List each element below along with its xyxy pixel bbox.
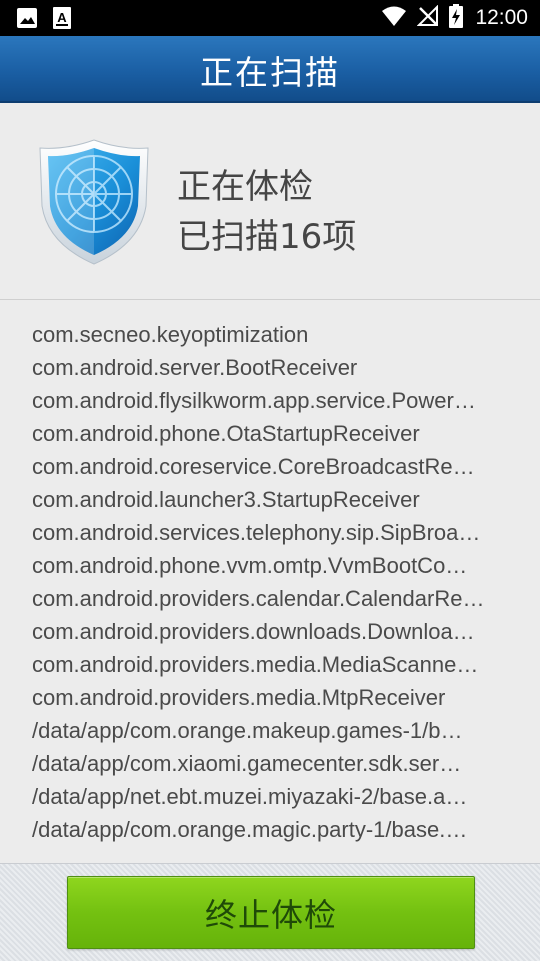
scan-count-text: 已扫描16项: [177, 217, 357, 257]
wifi-icon: [381, 5, 407, 31]
status-bar: A 12:00: [0, 0, 540, 36]
scan-list-item: /data/app/com.orange.makeup.games-1/b…: [32, 718, 463, 743]
page-title: 正在扫描: [200, 52, 340, 92]
scan-list-item: com.android.coreservice.CoreBroadcastRe…: [32, 454, 475, 479]
stop-scan-label: 终止体检: [204, 895, 337, 934]
scan-list-item: /data/app/net.ebt.muzei.miyazaki-2/base.…: [32, 784, 468, 809]
stop-scan-button[interactable]: 终止体检: [67, 876, 475, 949]
scan-list-item: com.android.phone.vvm.omtp.VvmBootCo…: [32, 553, 468, 578]
scan-list-item: /data/app/com.orange.magic.party-1/base.…: [32, 817, 468, 842]
battery-charging-icon: [449, 4, 464, 32]
scan-list-item: com.android.launcher3.StartupReceiver: [32, 487, 420, 512]
image-icon: [16, 7, 38, 33]
scan-list-item: com.secneo.keyoptimization: [32, 322, 309, 347]
status-bar-right: 12:00: [381, 0, 528, 36]
scan-item-list[interactable]: com.secneo.keyoptimization com.android.s…: [0, 300, 540, 863]
scan-list-item: com.android.providers.media.MediaScanne…: [32, 652, 479, 677]
scan-list-item: com.android.providers.downloads.Downloa…: [32, 619, 475, 644]
scan-list-item: com.android.services.telephony.sip.SipBr…: [32, 520, 481, 545]
status-time: 12:00: [475, 6, 528, 29]
scan-list-item: com.android.flysilkworm.app.service.Powe…: [32, 388, 476, 413]
scan-list-item: com.android.providers.calendar.CalendarR…: [32, 586, 485, 611]
bottom-action-bar: 终止体检: [0, 863, 540, 961]
status-bar-left: A: [16, 6, 72, 34]
scan-list-item: com.android.providers.media.MtpReceiver: [32, 685, 446, 710]
scan-list-item: /data/app/com.xiaomi.gamecenter.sdk.ser…: [32, 751, 462, 776]
scan-list-item: com.android.phone.OtaStartupReceiver: [32, 421, 420, 446]
shield-radar-icon: [36, 136, 152, 266]
font-icon: A: [52, 6, 72, 34]
no-signal-icon: [417, 4, 439, 31]
scan-status-text: 正在体检: [177, 167, 313, 207]
app-header: 正在扫描: [0, 36, 540, 103]
scan-list-item: com.android.server.BootReceiver: [32, 355, 358, 380]
svg-text:A: A: [57, 10, 67, 25]
